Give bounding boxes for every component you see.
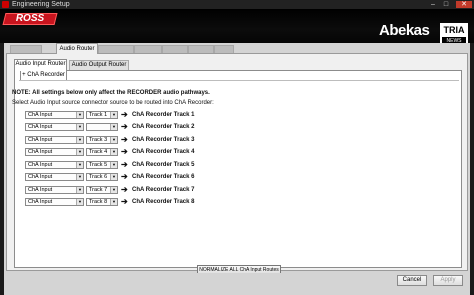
app-icon	[2, 1, 9, 8]
track-select[interactable]: Track 1 ▼	[86, 111, 118, 119]
source-select[interactable]: ChA Input ▼	[25, 161, 84, 169]
destination-label: ChA Recorder Track 5	[132, 162, 195, 168]
destination-label: ChA Recorder Track 3	[132, 137, 195, 143]
apply-button[interactable]: Apply	[433, 275, 463, 286]
source-select[interactable]: ChA Input ▼	[25, 136, 84, 144]
abekas-logo: Abekas	[379, 22, 430, 39]
arrow-right-icon: ➔	[121, 172, 128, 181]
tab-audio-input-router[interactable]: Audio Input Router	[14, 59, 67, 71]
route-row: ChA Input ▼ Track 8 ▼ ➔ ChA Recorder Track…	[25, 197, 205, 206]
route-row: ChA Input ▼ Track 5 ▼ ➔ ChA Recorder Track…	[25, 160, 205, 169]
chevron-down-icon: ▼	[76, 199, 83, 205]
track-select[interactable]: ▼	[86, 123, 118, 131]
ross-logo: ROSS	[2, 13, 58, 25]
chevron-down-icon: ▼	[76, 112, 83, 118]
settings-frame: Audio Router Audio Input Router Audio Ou…	[4, 43, 470, 275]
recorder-note: NOTE: All settings below only affect the…	[12, 90, 210, 96]
chevron-down-icon: ▼	[76, 137, 83, 143]
track-select[interactable]: Track 4 ▼	[86, 148, 118, 156]
track-select[interactable]: Track 6 ▼	[86, 173, 118, 181]
arrow-right-icon: ➔	[121, 110, 128, 119]
tab-audio-router[interactable]: Audio Router	[56, 43, 98, 54]
chevron-down-icon: ▼	[110, 112, 117, 118]
source-select[interactable]: ChA Input ▼	[25, 186, 84, 194]
tab-hidden-1[interactable]	[10, 45, 42, 53]
chevron-down-icon: ▼	[76, 174, 83, 180]
tab-hidden-2[interactable]	[98, 45, 134, 53]
route-row: ChA Input ▼ Track 4 ▼ ➔ ChA Recorder Track…	[25, 147, 205, 156]
source-select[interactable]: ChA Input ▼	[25, 123, 84, 131]
arrow-right-icon: ➔	[121, 122, 128, 131]
destination-label: ChA Recorder Track 4	[132, 149, 195, 155]
chevron-down-icon: ▼	[110, 174, 117, 180]
source-select[interactable]: ChA Input ▼	[25, 173, 84, 181]
source-select[interactable]: ChA Input ▼	[25, 111, 84, 119]
tab-hidden-4[interactable]	[162, 45, 188, 53]
maximize-button[interactable]: □	[440, 1, 452, 8]
track-select[interactable]: Track 8 ▼	[86, 198, 118, 206]
cancel-button[interactable]: Cancel	[397, 275, 427, 286]
track-select[interactable]: Track 7 ▼	[86, 186, 118, 194]
arrow-right-icon: ➔	[121, 197, 128, 206]
route-row: ChA Input ▼ ▼ ➔ ChA Recorder Track 2	[25, 122, 205, 131]
route-row: ChA Input ▼ Track 3 ▼ ➔ ChA Recorder Track…	[25, 135, 205, 144]
chevron-down-icon: ▼	[110, 162, 117, 168]
destination-label: ChA Recorder Track 7	[132, 187, 195, 193]
arrow-right-icon: ➔	[121, 147, 128, 156]
route-row: ChA Input ▼ Track 6 ▼ ➔ ChA Recorder Track…	[25, 172, 205, 181]
arrow-right-icon: ➔	[121, 160, 128, 169]
chevron-down-icon: ▼	[110, 199, 117, 205]
chevron-down-icon: ▼	[76, 149, 83, 155]
chevron-down-icon: ▼	[110, 187, 117, 193]
chevron-down-icon: ▼	[110, 124, 117, 130]
tab-hidden-6[interactable]	[214, 45, 234, 53]
track-select[interactable]: Track 3 ▼	[86, 136, 118, 144]
route-row: ChA Input ▼ Track 7 ▼ ➔ ChA Recorder Track…	[25, 185, 205, 194]
close-button[interactable]: ✕	[456, 1, 472, 8]
destination-label: ChA Recorder Track 8	[132, 199, 195, 205]
minimize-button[interactable]: –	[427, 1, 439, 8]
brand-header: ROSS Abekas TRIA NEWS	[0, 9, 474, 47]
source-select[interactable]: ChA Input ▼	[25, 148, 84, 156]
destination-label: ChA Recorder Track 2	[132, 124, 195, 130]
chevron-down-icon: ▼	[76, 124, 83, 130]
route-row: ChA Input ▼ Track 1 ▼ ➔ ChA Recorder Track…	[25, 110, 205, 119]
chevron-down-icon: ▼	[76, 162, 83, 168]
arrow-right-icon: ➔	[121, 185, 128, 194]
tab-hidden-5[interactable]	[188, 45, 214, 53]
destination-label: ChA Recorder Track 1	[132, 112, 195, 118]
arrow-right-icon: ➔	[121, 135, 128, 144]
chevron-down-icon: ▼	[110, 137, 117, 143]
route-instructions: Select Audio Input source connector sour…	[12, 100, 214, 106]
window-title: Engineering Setup	[12, 1, 70, 8]
chevron-down-icon: ▼	[110, 149, 117, 155]
track-select[interactable]: Track 5 ▼	[86, 161, 118, 169]
dialog-footer: Cancel Apply	[4, 273, 470, 295]
chevron-down-icon: ▼	[76, 187, 83, 193]
source-select[interactable]: ChA Input ▼	[25, 198, 84, 206]
destination-label: ChA Recorder Track 6	[132, 174, 195, 180]
tab-hidden-3[interactable]	[134, 45, 162, 53]
tab-audio-output-router[interactable]: Audio Output Router	[69, 60, 129, 70]
title-bar: Engineering Setup – □ ✕	[0, 0, 474, 9]
